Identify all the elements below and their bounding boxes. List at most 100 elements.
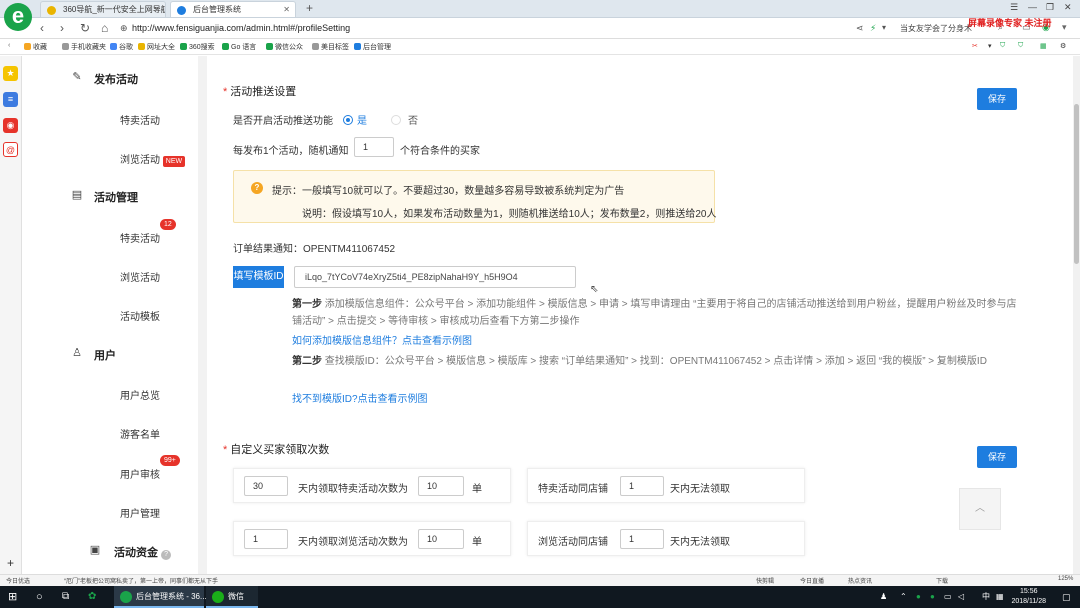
favorites-icon[interactable]: ★ <box>3 66 18 81</box>
close-tab-icon[interactable]: ✕ <box>153 2 160 17</box>
dropdown-icon[interactable]: ▾ <box>882 23 886 32</box>
bookmark-item[interactable]: 美目标签 <box>312 42 349 52</box>
bookmark-item[interactable]: 360搜索 <box>180 42 215 52</box>
menu-item-user-overview[interactable]: 用户总览 <box>120 387 160 402</box>
sale-shop-days-input[interactable]: 1 <box>620 476 664 496</box>
ime-icon[interactable]: ▦ <box>996 586 1004 608</box>
tray-app-icon[interactable]: ● <box>930 586 935 608</box>
radio-no[interactable]: 否 <box>391 112 418 127</box>
status-item[interactable]: 热点资讯 <box>848 576 872 585</box>
security-icon[interactable]: ⊕ <box>120 23 128 34</box>
sale-days-input[interactable]: 30 <box>244 476 288 496</box>
status-today-link[interactable]: 今日优选 <box>6 576 30 585</box>
step-2-example-link[interactable]: 找不到模版ID?点击查看示例图 <box>292 390 428 405</box>
tray-expand-icon[interactable]: ⌃ <box>900 586 907 608</box>
app-pinned-icon[interactable]: ✿ <box>88 586 96 608</box>
template-id-label: 填写模板ID <box>233 266 284 288</box>
status-news[interactable]: “厄门”老板把公司窝私卖了，第一上帝，同事们都无从下手 <box>64 576 218 585</box>
input-language[interactable]: 中 <box>982 586 990 608</box>
save-push-button[interactable]: 保存 <box>977 88 1017 110</box>
reading-icon[interactable]: ≡ <box>3 92 18 107</box>
menu-icon[interactable]: ☰ <box>1010 2 1018 13</box>
menu-item-manage-sale[interactable]: 特卖活动 12 <box>120 219 176 245</box>
status-item[interactable]: 今日直播 <box>800 576 824 585</box>
step-1-example-link[interactable]: 如何添加模版信息组件？点击查看示例图 <box>292 332 472 347</box>
settings-icon[interactable]: ⚙ <box>1060 42 1066 50</box>
radio-yes[interactable]: 是 <box>343 112 367 127</box>
close-window-icon[interactable]: ✕ <box>1064 2 1072 13</box>
menu-item-user-review[interactable]: 用户审核 99+ <box>120 455 180 481</box>
bookmark-item[interactable]: 谷歌 <box>110 42 133 52</box>
bookmark-item[interactable]: 微信公众 <box>266 42 303 52</box>
status-item[interactable]: 快剪辑 <box>756 576 774 585</box>
sale-count-input[interactable]: 10 <box>418 476 464 496</box>
browser-logo-icon[interactable]: e <box>4 3 32 31</box>
bookmark-item[interactable]: 收藏 <box>24 42 47 52</box>
weibo-icon[interactable]: ◉ <box>3 118 18 133</box>
mail-icon[interactable]: @ <box>3 142 18 157</box>
refresh-icon[interactable]: ↻ <box>80 21 90 35</box>
tab-admin[interactable]: 后台管理系统 ✕ <box>170 1 296 17</box>
browse-shop-days-input[interactable]: 1 <box>620 529 664 549</box>
menu-item-publish-browse[interactable]: 浏览活动 NEW <box>120 151 186 167</box>
speed-icon[interactable]: ⚡ <box>870 23 876 34</box>
wallet-icon: ▣ <box>89 544 101 556</box>
shield-icon[interactable]: ⛉ <box>1000 42 1005 50</box>
edit-icon: ✎ <box>72 71 82 83</box>
bookmark-item[interactable]: Go 语言 <box>222 42 256 52</box>
shield-icon[interactable]: ⛉ <box>1018 42 1023 50</box>
notification-icon[interactable]: ▢ <box>1062 586 1071 608</box>
status-item[interactable]: 下载 <box>936 576 948 585</box>
tray-app-icon[interactable]: ● <box>916 586 921 608</box>
add-icon[interactable]: + <box>3 556 18 571</box>
system-clock[interactable]: 15:56 2018/11/28 <box>1011 587 1046 607</box>
people-icon[interactable]: ♟ <box>880 586 887 608</box>
back-icon[interactable]: ‹ <box>40 21 44 35</box>
forward-icon[interactable]: › <box>60 21 64 35</box>
bookmark-item[interactable]: 手机收藏夹 <box>62 42 106 52</box>
browse-count-input[interactable]: 10 <box>418 529 464 549</box>
zoom-level[interactable]: 125% <box>1058 576 1073 582</box>
menu-group-funds[interactable]: ▣ 活动资金 ? <box>90 544 172 560</box>
cut-icon[interactable]: ✂ <box>972 42 978 50</box>
notify-count-input[interactable]: 1 <box>354 137 394 157</box>
bookmark-collapse-icon[interactable]: ‹ <box>8 42 10 49</box>
tab-360-nav[interactable]: 360导航_新一代安全上网导航 ✕ <box>40 1 166 17</box>
arrow-down-icon[interactable]: ▾ <box>988 42 992 50</box>
maximize-icon[interactable]: ❐ <box>1046 2 1054 13</box>
new-tab-icon[interactable]: + <box>306 1 313 15</box>
task-view-icon[interactable]: ⧉ <box>62 586 69 608</box>
browse-days-input[interactable]: 1 <box>244 529 288 549</box>
menu-item-user-manage[interactable]: 用户管理 <box>120 505 160 520</box>
back-to-top-button[interactable]: ︿ <box>959 488 1001 530</box>
page-scrollbar[interactable] <box>1073 56 1080 574</box>
scrollbar-thumb[interactable] <box>1074 104 1079 264</box>
bookmark-item[interactable]: 后台管理 <box>354 42 391 52</box>
taskbar-app-wechat[interactable]: 微信 <box>206 586 258 608</box>
menu-item-manage-browse[interactable]: 浏览活动 <box>120 269 160 284</box>
menu-item-templates[interactable]: 活动模板 <box>120 308 160 323</box>
search-icon[interactable]: ○ <box>36 586 43 608</box>
menu-item-guest-list[interactable]: 游客名单 <box>120 426 160 441</box>
volume-icon[interactable]: ◁ <box>958 586 964 608</box>
taskbar-app-browser[interactable]: 后台管理系统 - 36... <box>114 586 207 608</box>
windows-start-icon[interactable]: ⊞ <box>8 586 17 608</box>
apps-icon[interactable]: ▦ <box>1040 42 1047 50</box>
more-icon[interactable]: ▾ <box>1062 22 1067 33</box>
menu-group-manage[interactable]: ▤ 活动管理 <box>72 189 138 205</box>
home-icon[interactable]: ⌂ <box>101 21 108 35</box>
save-limits-button[interactable]: 保存 <box>977 446 1017 468</box>
sale-limit-label: 天内领取特卖活动次数为 <box>298 484 408 495</box>
share-icon[interactable]: ⋖ <box>856 23 864 34</box>
template-id-input[interactable]: iLqo_7tYCoV74eXryZ5ti4_PE8zipNahaH9Y_h5H… <box>294 266 576 288</box>
url-input[interactable]: http://www.fensiguanjia.com/admin.html#/… <box>132 21 832 36</box>
close-tab-icon[interactable]: ✕ <box>283 2 290 17</box>
minimize-icon[interactable]: — <box>1028 2 1037 12</box>
menu-group-publish[interactable]: ✎ 发布活动 <box>72 71 138 87</box>
help-icon[interactable]: ? <box>161 550 172 560</box>
sale-shop-suffix: 天内无法领取 <box>670 484 730 495</box>
bookmark-item[interactable]: 网址大全 <box>138 42 175 52</box>
menu-group-users[interactable]: ♙ 用户 <box>72 347 116 363</box>
network-icon[interactable]: ▭ <box>944 586 952 608</box>
menu-item-publish-sale[interactable]: 特卖活动 <box>120 112 160 127</box>
